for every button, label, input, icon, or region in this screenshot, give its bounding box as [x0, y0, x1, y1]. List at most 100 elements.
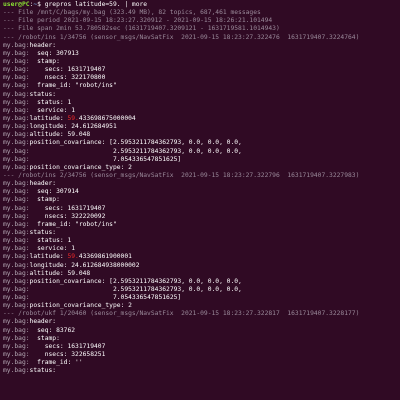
line-text: header:: [29, 180, 57, 188]
line-text: frame_id: "robot/ins": [29, 82, 117, 90]
output-line: my.bag: 7.054336547851625]: [3, 294, 400, 302]
line-text: status:: [29, 367, 57, 375]
line-text: --- /robot/ins 1/34756 (sensor_msgs/NavS…: [3, 33, 360, 41]
output-line: my.bag:header:: [3, 42, 400, 50]
line-text: my.bag:: [3, 131, 30, 139]
line-text: 7.054336547851625]: [29, 294, 182, 302]
output-line: my.bag:position_covariance_type: 2: [3, 164, 400, 172]
line-text: longitude: 24.612684938000002: [29, 261, 140, 269]
line-text: --- /robot/ins 2/34756 (sensor_msgs/NavS…: [3, 171, 360, 179]
output-line: my.bag: secs: 1631719407: [3, 343, 400, 351]
line-text: my.bag:: [3, 66, 30, 74]
match-highlight: 59.: [67, 253, 79, 261]
line-text: --- File span 2min 53.780582sec (1631719…: [3, 25, 280, 33]
line-text: nsecs: 322658251: [29, 351, 106, 359]
line-text: my.bag:: [3, 123, 30, 131]
output-line: my.bag:position_covariance: [2.595321178…: [3, 139, 400, 147]
line-text: my.bag:: [3, 155, 30, 163]
line-text: altitude: 59.048: [29, 269, 91, 277]
line-text: header:: [29, 318, 57, 326]
line-text: my.bag:: [3, 253, 30, 261]
line-text: stamp:: [29, 196, 60, 204]
output-line: my.bag: 7.054336547851625]: [3, 156, 400, 164]
line-text: my.bag:: [3, 245, 30, 253]
line-text: position_covariance_type: 2: [29, 302, 132, 310]
output-line: --- File period 2021-09-15 18:23:27.3209…: [3, 17, 400, 25]
line-text: position_covariance: [2.5953211784362793…: [29, 277, 242, 285]
output-line: --- /robot/ukf 1/20460 (sensor_msgs/NavS…: [3, 310, 400, 318]
output-line: --- /robot/ins 1/34756 (sensor_msgs/NavS…: [3, 34, 400, 42]
line-text: my.bag:: [3, 228, 30, 236]
line-text: --- File period 2021-09-15 18:23:27.3209…: [3, 17, 273, 25]
line-text: secs: 1631719407: [29, 204, 106, 212]
command-line: user@PC:~$ grepros latitude=59. | more: [3, 1, 400, 9]
line-text: status: 1: [29, 237, 72, 245]
line-text: my.bag:: [3, 188, 30, 196]
line-text: frame_id: '': [29, 359, 83, 367]
line-text: my.bag:: [3, 294, 30, 302]
line-text: my.bag:: [3, 342, 30, 350]
line-text: seq: 307914: [29, 188, 79, 196]
output-line: my.bag: seq: 307914: [3, 188, 400, 196]
output-line: --- File span 2min 53.780582sec (1631719…: [3, 25, 400, 33]
line-text: --- File /mnt/C/bags/my.bag (323.49 MB),…: [3, 9, 261, 17]
line-text: my.bag:: [3, 41, 30, 49]
line-text: seq: 307913: [29, 49, 79, 57]
line-text: my.bag:: [3, 359, 30, 367]
line-text: my.bag:: [3, 237, 30, 245]
output-line: my.bag: frame_id: '': [3, 359, 400, 367]
output-line: my.bag: seq: 83762: [3, 327, 400, 335]
output-line: my.bag:latitude: 59.433698675000004: [3, 115, 400, 123]
line-text: longitude: 24.612684951: [29, 123, 117, 131]
output-line: my.bag: secs: 1631719407: [3, 66, 400, 74]
line-text: nsecs: 322170800: [29, 74, 106, 82]
line-text: my.bag:: [3, 90, 30, 98]
output-line: my.bag:position_covariance_type: 2: [3, 302, 400, 310]
line-text: service: 1: [29, 106, 76, 114]
line-text: my.bag:: [3, 57, 30, 65]
output-line: my.bag: secs: 1631719407: [3, 205, 400, 213]
line-text: status:: [29, 90, 57, 98]
line-text: secs: 1631719407: [29, 66, 106, 74]
output-line: my.bag: service: 1: [3, 245, 400, 253]
output-line: my.bag: nsecs: 322220092: [3, 213, 400, 221]
output-line: my.bag: status: 1: [3, 237, 400, 245]
output-line: --- /robot/ins 2/34756 (sensor_msgs/NavS…: [3, 172, 400, 180]
output-line: my.bag: nsecs: 322658251: [3, 351, 400, 359]
output-line: my.bag: 2.5953211784362793, 0.0, 0.0, 0.…: [3, 148, 400, 156]
line-text: 433698675000004: [78, 114, 136, 122]
line-text: my.bag:: [3, 114, 30, 122]
line-text: 7.054336547851625]: [29, 155, 182, 163]
line-text: my.bag:: [3, 351, 30, 359]
output-line: my.bag:latitude: 59.43369861900001: [3, 253, 400, 261]
output-line: my.bag:status:: [3, 367, 400, 375]
output-line: my.bag: frame_id: "robot/ins": [3, 221, 400, 229]
terminal-output[interactable]: user@PC:~$ grepros latitude=59. | more --…: [0, 0, 400, 375]
output-line: my.bag: stamp:: [3, 335, 400, 343]
output-line: my.bag: seq: 307913: [3, 50, 400, 58]
line-text: my.bag:: [3, 261, 30, 269]
line-text: $ grepros latitude=59. | more: [37, 1, 148, 8]
output-line: my.bag:altitude: 59.048: [3, 270, 400, 278]
line-text: stamp:: [29, 334, 60, 342]
output-line: my.bag:longitude: 24.612684951: [3, 123, 400, 131]
line-text: stamp:: [29, 57, 60, 65]
line-text: my.bag:: [3, 285, 30, 293]
output-line: my.bag:header:: [3, 180, 400, 188]
line-text: my.bag:: [3, 277, 30, 285]
line-text: my.bag:: [3, 334, 30, 342]
line-text: --- /robot/ukf 1/20460 (sensor_msgs/NavS…: [3, 310, 360, 318]
line-text: header:: [29, 41, 57, 49]
line-text: my.bag:: [3, 367, 30, 375]
output-line: my.bag:status:: [3, 229, 400, 237]
line-text: status: 1: [29, 98, 72, 106]
line-text: my.bag:: [3, 326, 30, 334]
line-text: my.bag:: [3, 147, 30, 155]
output-line: my.bag:position_covariance: [2.595321178…: [3, 278, 400, 286]
line-text: my.bag:: [3, 163, 30, 171]
output-line: my.bag: stamp:: [3, 196, 400, 204]
output-line: --- File /mnt/C/bags/my.bag (323.49 MB),…: [3, 9, 400, 17]
output-line: my.bag: 2.5953211784362793, 0.0, 0.0, 0.…: [3, 286, 400, 294]
line-text: 2.5953211784362793, 0.0, 0.0, 0.0,: [29, 147, 242, 155]
output-line: my.bag:altitude: 59.048: [3, 131, 400, 139]
